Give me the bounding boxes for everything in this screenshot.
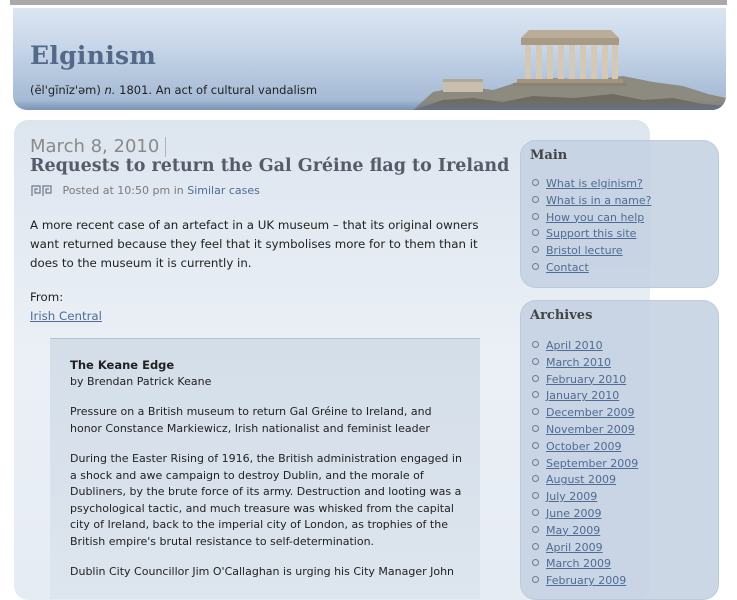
bullet-icon — [532, 262, 539, 270]
bullet-icon — [532, 508, 539, 516]
archive-link[interactable]: June 2009 — [546, 507, 601, 520]
site-title[interactable]: Elginism — [30, 41, 156, 70]
quote-title: The Keane Edge — [70, 358, 175, 372]
quote-author: by Brendan Patrick Keane — [70, 374, 212, 388]
archive-link[interactable]: March 2010 — [546, 356, 611, 369]
archive-link[interactable]: March 2009 — [546, 557, 611, 570]
sidebar-main-widget: Main What is elginism? What is in a name… — [520, 140, 719, 288]
archive-link[interactable]: January 2010 — [546, 389, 619, 402]
post-category-link[interactable]: Similar cases — [187, 184, 260, 197]
archive-link[interactable]: February 2010 — [546, 373, 626, 386]
main-menu: What is elginism? What is in a name? How… — [532, 176, 651, 277]
sidebar-item: What is in a name? — [532, 193, 651, 210]
bullet-icon — [532, 195, 539, 203]
sidebar-link-bristol-lecture[interactable]: Bristol lecture — [546, 244, 623, 257]
bullet-icon — [532, 424, 539, 432]
site-header: Elginism (ĕl'gĭnĭz'əm) n. 1801. An act o… — [13, 8, 726, 110]
archive-link[interactable]: May 2009 — [546, 524, 600, 537]
sidebar-link-support[interactable]: Support this site — [546, 227, 636, 240]
archive-link[interactable]: November 2009 — [546, 423, 635, 436]
blockquote: The Keane Edge by Brendan Patrick Keane … — [50, 338, 480, 599]
archive-link[interactable]: September 2009 — [546, 457, 638, 470]
archive-link[interactable]: February 2009 — [546, 574, 626, 587]
post-source: From: Irish Central — [30, 288, 102, 326]
greek-key-icon — [31, 185, 52, 196]
bullet-icon — [532, 357, 539, 365]
sidebar-item: What is elginism? — [532, 176, 651, 193]
post-title[interactable]: Requests to return the Gal Gréine flag t… — [30, 156, 509, 176]
bullet-icon — [532, 374, 539, 382]
tagline-phonetic: (ĕl'gĭnĭz'əm) — [30, 83, 101, 97]
archive-item: February 2010 — [532, 372, 638, 389]
from-label: From: — [30, 290, 64, 304]
archive-link[interactable]: April 2009 — [546, 541, 603, 554]
bullet-icon — [532, 229, 539, 237]
archive-item: June 2009 — [532, 506, 638, 523]
sidebar-link-what-is-in-a-name[interactable]: What is in a name? — [546, 194, 651, 207]
archive-item: March 2009 — [532, 556, 638, 573]
archive-item: July 2009 — [532, 489, 638, 506]
quote-paragraph: Pressure on a British museum to return G… — [70, 405, 432, 435]
archive-link[interactable]: July 2009 — [546, 490, 597, 503]
archive-item: February 2009 — [532, 573, 638, 590]
bullet-icon — [532, 441, 539, 449]
sidebar-link-how-you-can-help[interactable]: How you can help — [546, 211, 644, 224]
widget-title-archives: Archives — [530, 308, 593, 323]
sidebar-item: How you can help — [532, 210, 651, 227]
bullet-icon — [532, 212, 539, 220]
bullet-icon — [532, 408, 539, 416]
archive-link[interactable]: October 2009 — [546, 440, 622, 453]
tagline-pos: n. — [104, 83, 116, 97]
archives-list: April 2010 March 2010 February 2010 Janu… — [532, 338, 638, 590]
archive-link[interactable]: April 2010 — [546, 339, 603, 352]
bullet-icon — [532, 576, 539, 584]
archive-item: April 2010 — [532, 338, 638, 355]
tagline-definition: 1801. An act of cultural vandalism — [119, 83, 318, 97]
archive-link[interactable]: August 2009 — [546, 473, 616, 486]
sidebar-link-what-is-elginism[interactable]: What is elginism? — [546, 177, 643, 190]
site-tagline: (ĕl'gĭnĭz'əm) n. 1801. An act of cultura… — [30, 83, 317, 97]
parthenon-image — [413, 30, 726, 110]
archive-item: April 2009 — [532, 540, 638, 557]
archive-item: September 2009 — [532, 456, 638, 473]
source-link[interactable]: Irish Central — [30, 309, 102, 323]
bullet-icon — [532, 246, 539, 254]
bullet-icon — [532, 475, 539, 483]
post-body: A more recent case of an artefact in a U… — [30, 216, 505, 273]
quote-paragraph: During the Easter Rising of 1916, the Br… — [70, 452, 462, 548]
archive-item: August 2009 — [532, 472, 638, 489]
sidebar-archives-widget: Archives April 2010 March 2010 February … — [520, 300, 719, 600]
post-intro: A more recent case of an artefact in a U… — [30, 218, 479, 270]
archive-item: December 2009 — [532, 405, 638, 422]
bullet-icon — [532, 525, 539, 533]
sidebar-item: Bristol lecture — [532, 243, 651, 260]
widget-title-main: Main — [530, 148, 568, 163]
sidebar-link-contact[interactable]: Contact — [546, 261, 589, 274]
archive-item: May 2009 — [532, 523, 638, 540]
bullet-icon — [532, 391, 539, 399]
sidebar-item: Contact — [532, 260, 651, 277]
post-meta-text: Posted at 10:50 pm in — [62, 184, 184, 197]
archive-item: November 2009 — [532, 422, 638, 439]
bullet-icon — [532, 559, 539, 567]
quote-paragraph: Dublin City Councillor Jim O'Callaghan i… — [70, 565, 455, 578]
sidebar-item: Support this site — [532, 226, 651, 243]
bullet-icon — [532, 542, 539, 550]
archive-item: March 2010 — [532, 355, 638, 372]
post-date: March 8, 2010 — [30, 137, 167, 157]
archive-link[interactable]: December 2009 — [546, 406, 635, 419]
bullet-icon — [532, 341, 539, 348]
bullet-icon — [532, 492, 539, 500]
bullet-icon — [532, 179, 539, 186]
bullet-icon — [532, 458, 539, 466]
archive-item: January 2010 — [532, 388, 638, 405]
archive-item: October 2009 — [532, 439, 638, 456]
post-meta: Posted at 10:50 pm in Similar cases — [31, 184, 260, 197]
top-bar — [10, 0, 727, 5]
